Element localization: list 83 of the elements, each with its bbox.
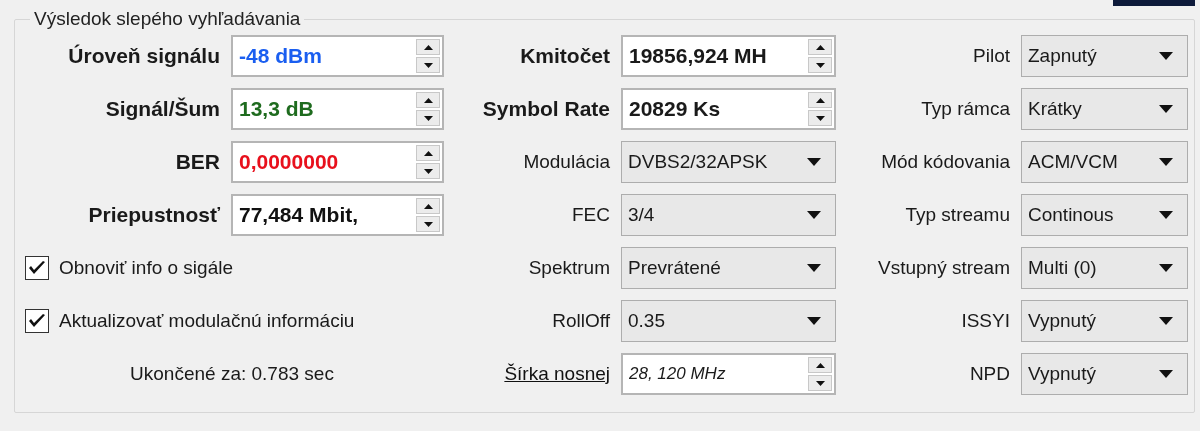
down-arrow-icon: [423, 115, 433, 121]
dropdown[interactable]: 3/4: [621, 194, 836, 236]
spin-up-button[interactable]: [808, 92, 832, 108]
field-label: RollOff: [552, 310, 610, 332]
dropdown[interactable]: Continous: [1021, 194, 1188, 236]
spin-down-button[interactable]: [416, 216, 440, 232]
spin-down-button[interactable]: [416, 110, 440, 126]
checkbox-label[interactable]: Aktualizovať modulačnú informáciu: [59, 310, 355, 332]
checkbox[interactable]: [25, 256, 49, 280]
dropdown[interactable]: DVBS2/32APSK: [621, 141, 836, 183]
down-arrow-icon: [423, 221, 433, 227]
field-label: Spektrum: [528, 257, 610, 279]
spin-field[interactable]: 19856,924 MH: [621, 35, 836, 77]
field-label: Kmitočet: [520, 44, 610, 68]
down-arrow-icon: [423, 168, 433, 174]
dropdown-arrow-icon: [807, 317, 821, 325]
spin-field[interactable]: 77,484 Mbit,: [231, 194, 444, 236]
spin-field[interactable]: 0,0000000: [231, 141, 444, 183]
spin-down-button[interactable]: [416, 163, 440, 179]
up-arrow-icon: [423, 150, 433, 156]
spin-up-button[interactable]: [808, 357, 832, 373]
up-arrow-icon: [815, 44, 825, 50]
down-arrow-icon: [815, 115, 825, 121]
dropdown-arrow-icon: [1159, 158, 1173, 166]
dropdown-arrow-icon: [807, 158, 821, 166]
dropdown-arrow-icon: [1159, 317, 1173, 325]
dropdown-arrow-icon: [1159, 52, 1173, 60]
up-arrow-icon: [423, 203, 433, 209]
field-label: Signál/Šum: [105, 97, 220, 121]
down-arrow-icon: [815, 62, 825, 68]
field-label: Symbol Rate: [482, 97, 610, 121]
spin-down-button[interactable]: [808, 110, 832, 126]
spin-up-button[interactable]: [416, 39, 440, 55]
spin-field[interactable]: -48 dBm: [231, 35, 444, 77]
dropdown[interactable]: 0.35: [621, 300, 836, 342]
spin-down-button[interactable]: [808, 57, 832, 73]
dropdown[interactable]: Krátky: [1021, 88, 1188, 130]
down-arrow-icon: [815, 380, 825, 386]
checkbox[interactable]: [25, 309, 49, 333]
dropdown[interactable]: Prevrátené: [621, 247, 836, 289]
down-arrow-icon: [423, 62, 433, 68]
field-link[interactable]: Šírka nosnej: [504, 363, 610, 385]
spin-up-button[interactable]: [416, 198, 440, 214]
field-label: Modulácia: [523, 151, 610, 173]
dropdown[interactable]: Vypnutý: [1021, 353, 1188, 395]
spin-up-button[interactable]: [808, 39, 832, 55]
spin-up-button[interactable]: [416, 92, 440, 108]
dropdown-arrow-icon: [1159, 264, 1173, 272]
dropdown-arrow-icon: [1159, 370, 1173, 378]
up-arrow-icon: [815, 97, 825, 103]
field-label: Pilot: [973, 45, 1010, 67]
field-label: FEC: [572, 204, 610, 226]
checkbox-label[interactable]: Obnoviť info o sigále: [59, 257, 233, 279]
spin-field[interactable]: 13,3 dB: [231, 88, 444, 130]
field-label: NPD: [969, 363, 1010, 385]
field-label: ISSYI: [961, 310, 1010, 332]
spin-field[interactable]: 28, 120 MHz: [621, 353, 836, 395]
checkmark-icon: [28, 260, 46, 276]
dropdown-arrow-icon: [1159, 211, 1173, 219]
up-arrow-icon: [423, 97, 433, 103]
dropdown-arrow-icon: [1159, 105, 1173, 113]
dropdown[interactable]: Multi (0): [1021, 247, 1188, 289]
elapsed-time: Ukončené za: 0.783 sec: [130, 363, 334, 385]
field-label: Typ rámca: [921, 98, 1010, 120]
dropdown-arrow-icon: [807, 211, 821, 219]
up-arrow-icon: [423, 44, 433, 50]
field-label: Mód kódovania: [881, 151, 1010, 173]
dropdown[interactable]: Vypnutý: [1021, 300, 1188, 342]
field-label: Vstupný stream: [878, 257, 1010, 279]
field-label: Priepustnosť: [88, 203, 220, 227]
spin-up-button[interactable]: [416, 145, 440, 161]
up-arrow-icon: [815, 362, 825, 368]
dropdown[interactable]: Zapnutý: [1021, 35, 1188, 77]
dropdown[interactable]: ACM/VCM: [1021, 141, 1188, 183]
spin-down-button[interactable]: [808, 375, 832, 391]
dropdown-arrow-icon: [807, 264, 821, 272]
group-title: Výsledok slepého vyhľadávania: [33, 8, 302, 30]
field-label: Typ streamu: [905, 204, 1010, 226]
spin-field[interactable]: 20829 Ks: [621, 88, 836, 130]
checkmark-icon: [28, 313, 46, 329]
field-label: Úroveň signálu: [68, 44, 220, 68]
spin-down-button[interactable]: [416, 57, 440, 73]
field-label: BER: [175, 150, 220, 174]
